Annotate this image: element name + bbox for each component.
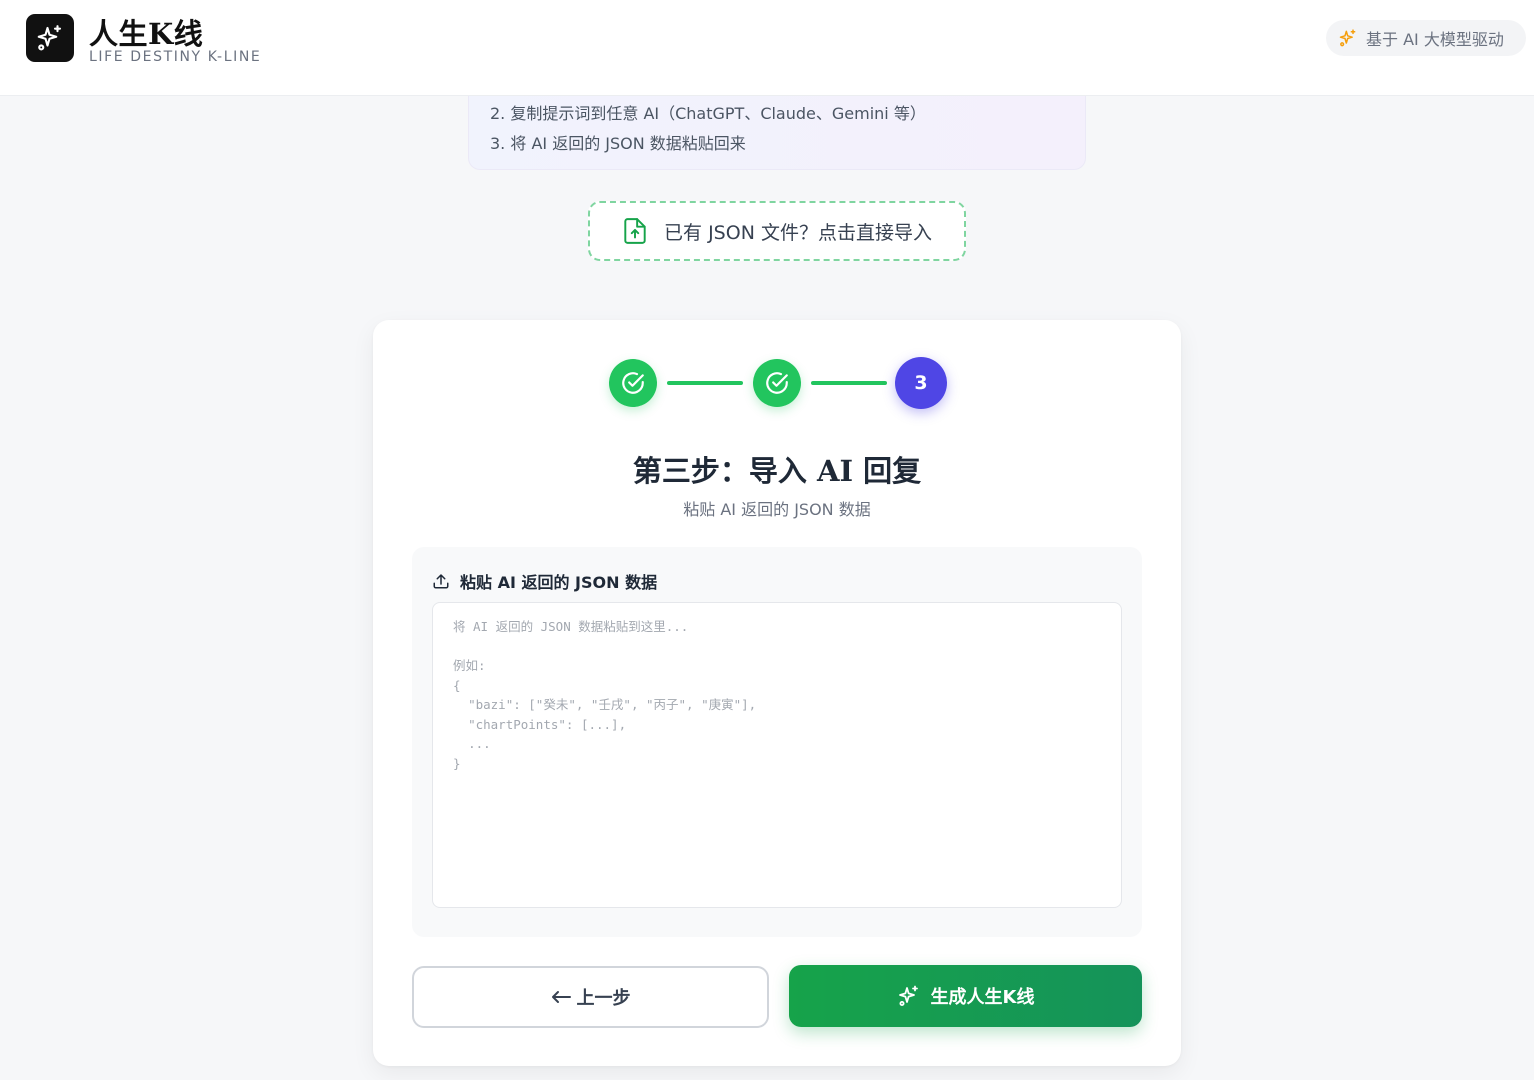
previous-step-label: 上一步 [576, 988, 631, 1009]
badge-label: 基于 AI 大模型驱动 [1366, 30, 1504, 49]
step-subtitle: 粘贴 AI 返回的 JSON 数据 [683, 500, 871, 519]
sparkles-icon [37, 25, 62, 51]
import-json-label: 已有 JSON 文件？点击直接导入 [664, 221, 932, 244]
step-1-indicator [609, 359, 657, 407]
step-card: 3 第三步：导入 AI 回复 粘贴 AI 返回的 JSON 数据 粘贴 AI 返… [373, 320, 1181, 1066]
step-title: 第三步：导入 AI 回复 [632, 454, 922, 488]
check-circle-icon [766, 372, 788, 394]
sparkles-icon [898, 985, 918, 1006]
app-title: 人生K线 [89, 17, 204, 51]
instruction-step-2: 2. 复制提示词到任意 AI（ChatGPT、Claude、Gemini 等） [490, 104, 926, 123]
instruction-step-3: 3. 将 AI 返回的 JSON 数据粘贴回来 [490, 134, 746, 153]
sparkles-icon [1339, 29, 1356, 47]
check-circle-icon [622, 372, 644, 394]
step-connector-1 [667, 381, 743, 385]
app-subtitle: LIFE DESTINY K-LINE [89, 49, 262, 65]
file-upload-icon [624, 218, 646, 244]
paste-json-panel: 粘贴 AI 返回的 JSON 数据 [412, 547, 1142, 937]
generate-kline-button[interactable]: 生成人生K线 [789, 965, 1142, 1027]
import-json-file-button[interactable]: 已有 JSON 文件？点击直接导入 [588, 201, 966, 261]
step-connector-2 [811, 381, 887, 385]
paste-json-label: 粘贴 AI 返回的 JSON 数据 [460, 573, 658, 592]
paste-json-label-row: 粘贴 AI 返回的 JSON 数据 [432, 569, 657, 593]
step-3-number: 3 [914, 372, 928, 394]
step-2-indicator [753, 359, 801, 407]
app-logo[interactable] [26, 14, 74, 62]
upload-icon [433, 574, 449, 589]
app-header: 人生K线 LIFE DESTINY K-LINE 基于 AI 大模型驱动 [0, 0, 1534, 96]
generate-kline-label: 生成人生K线 [930, 987, 1035, 1008]
previous-step-button[interactable]: 上一步 [412, 966, 769, 1028]
step-3-indicator: 3 [895, 357, 947, 409]
arrow-left-icon [551, 991, 571, 1003]
json-textarea[interactable] [432, 602, 1122, 908]
instructions-panel: 2. 复制提示词到任意 AI（ChatGPT、Claude、Gemini 等） … [468, 96, 1086, 170]
ai-powered-badge: 基于 AI 大模型驱动 [1326, 20, 1526, 56]
